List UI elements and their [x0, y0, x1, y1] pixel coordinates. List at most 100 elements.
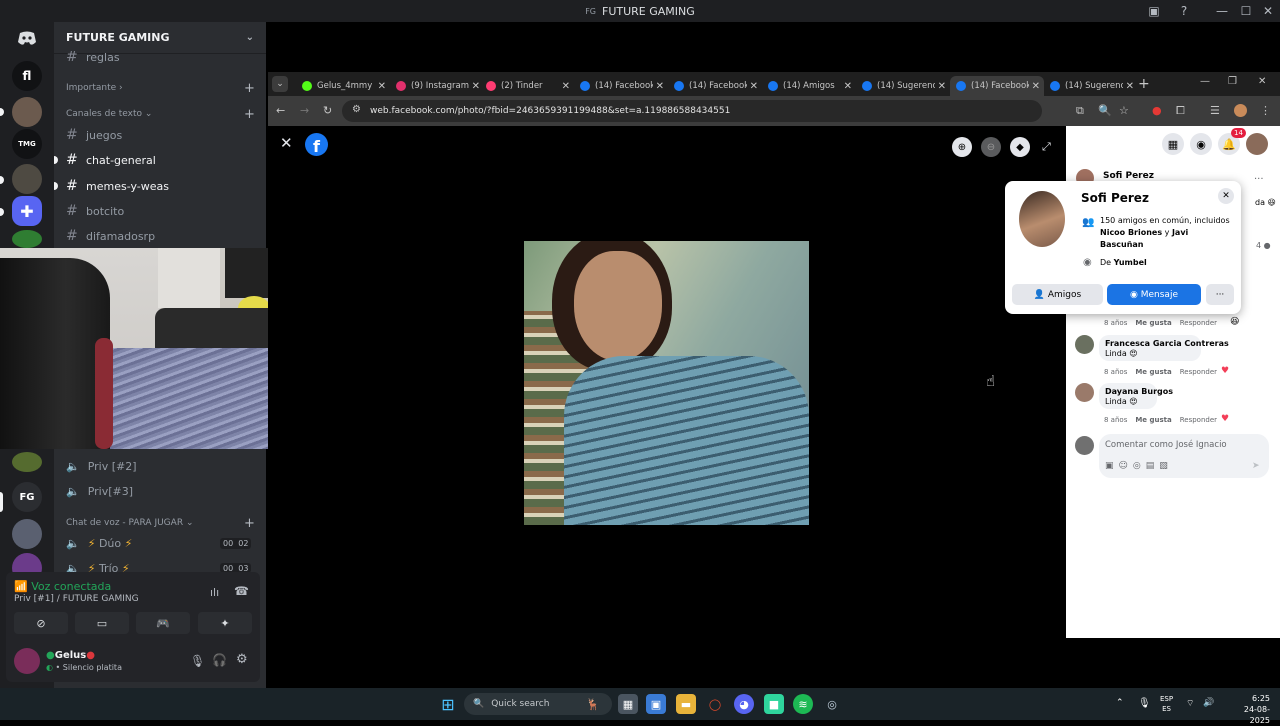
extension-icon[interactable]: ● [1152, 104, 1162, 117]
browser-tab[interactable]: (14) Facebook ✕ [950, 76, 1044, 96]
activities-button[interactable]: 🎮 [136, 612, 190, 634]
noise-suppression-icon[interactable]: ılı [210, 586, 219, 599]
more-button[interactable]: ··· [1206, 284, 1234, 305]
close-icon[interactable]: ✕ [1218, 188, 1234, 204]
browser-tab[interactable]: (14) Facebook ✕ [668, 76, 762, 96]
channel-memes-y-weas[interactable]: # memes-y-weas [54, 178, 169, 194]
add-channel-icon[interactable]: + [244, 81, 255, 96]
browser-tab[interactable]: (14) Facebook ✕ [574, 76, 668, 96]
minimize-button[interactable]: — [1214, 3, 1230, 19]
opera-gx-icon[interactable]: ◯ [705, 694, 725, 714]
tab-close-icon[interactable]: ✕ [656, 81, 664, 92]
avatar[interactable] [1075, 436, 1094, 455]
close-button[interactable]: ✕ [1260, 3, 1276, 19]
hidden-icons-chevron-icon[interactable]: ⌃ [1116, 698, 1124, 708]
user-name[interactable]: ●Gelus● [46, 650, 95, 661]
avatar[interactable] [14, 648, 40, 674]
close-button[interactable]: ✕ [1258, 76, 1266, 87]
address-bar[interactable]: ⚙ web.facebook.com/photo/?fbid=246365939… [342, 100, 1042, 122]
steam-icon[interactable]: ◎ [822, 694, 842, 714]
spotify-icon[interactable]: ≋ [793, 694, 813, 714]
category-important[interactable]: Importante › + [66, 81, 255, 96]
zoom-out-icon[interactable]: ⊖ [981, 137, 1001, 157]
soundboard-button[interactable]: ✦ [198, 612, 252, 634]
commenter-name[interactable]: Dayana Burgos [1105, 387, 1173, 396]
voice-status[interactable]: 📶 Voz conectada [14, 580, 111, 593]
tab-close-icon[interactable]: ✕ [562, 81, 570, 92]
channel-juegos[interactable]: # juegos [66, 127, 122, 143]
server-icon-green[interactable] [12, 230, 42, 248]
category-text-channels[interactable]: Canales de texto ⌄ + [66, 107, 255, 122]
new-tab-button[interactable]: + [1138, 76, 1150, 92]
maximize-button[interactable]: ☐ [1238, 3, 1254, 19]
poster-name[interactable]: Sofi Perez [1103, 171, 1154, 181]
forward-icon[interactable]: → [300, 104, 309, 117]
disconnect-icon[interactable]: ☎ [234, 584, 249, 598]
commenter-name[interactable]: Francesca Garcia Contreras [1105, 339, 1229, 348]
avatar[interactable] [1075, 383, 1094, 402]
add-channel-icon[interactable]: + [244, 516, 255, 531]
tab-search-icon[interactable]: ⌄ [272, 76, 288, 92]
screen-share-button[interactable]: ▭ [75, 612, 129, 634]
browser-tab[interactable]: (14) Sugerencias✕ [856, 76, 950, 96]
task-view-icon[interactable]: ▦ [618, 694, 638, 714]
browser-tab[interactable]: (14) Sugerencias✕ [1044, 76, 1138, 96]
channel-chat-general[interactable]: # chat-general [54, 152, 156, 168]
tab-close-icon[interactable]: ✕ [750, 81, 758, 92]
facebook-logo-icon[interactable]: f [305, 133, 328, 156]
tab-close-icon[interactable]: ✕ [378, 81, 386, 92]
mic-icon[interactable]: 🎙 [1138, 698, 1151, 709]
profile-photo[interactable] [524, 241, 809, 525]
server-icon-char[interactable] [12, 519, 42, 549]
more-options-icon[interactable]: ··· [1254, 174, 1264, 185]
tag-icon[interactable]: ◆ [1010, 137, 1030, 157]
headphones-icon[interactable]: 🎧 [212, 653, 227, 667]
profile-avatar[interactable] [1234, 104, 1247, 117]
voice-channel-duo[interactable]: 🔈 ⚡ Dúo ⚡ [66, 537, 132, 550]
server-icon-avatar[interactable] [12, 97, 42, 127]
language-indicator[interactable]: ESP ES [1160, 694, 1173, 714]
menu-icon[interactable]: ⋮ [1260, 104, 1271, 117]
messenger-icon[interactable]: ◉ [1190, 133, 1212, 155]
like-link[interactable]: Me gusta [1135, 368, 1171, 376]
avatar[interactable] [1019, 191, 1065, 247]
server-icon-fl[interactable]: fl [12, 61, 42, 91]
tab-close-icon[interactable]: ✕ [1032, 81, 1040, 92]
reply-link[interactable]: Responder [1180, 416, 1217, 424]
server-header[interactable]: FUTURE GAMING ⌄ [54, 22, 266, 54]
wifi-icon[interactable]: ⌔ [1186, 698, 1194, 709]
voice-channel-priv3[interactable]: 🔈 Priv[#3] [66, 485, 133, 498]
server-icon-fg[interactable]: FG [12, 482, 42, 512]
store-icon[interactable]: ▣ [646, 694, 666, 714]
reload-icon[interactable]: ↻ [323, 104, 332, 117]
camera-off-button[interactable]: ⊘ [14, 612, 68, 634]
channel-partial[interactable]: # reglas [66, 51, 120, 63]
volume-icon[interactable]: 🔊 [1203, 698, 1214, 708]
channel-difamadosrp[interactable]: # difamadosrp [66, 228, 155, 244]
back-icon[interactable]: ← [276, 104, 285, 117]
browser-tab[interactable]: (14) Amigos ✕ [762, 76, 856, 96]
browser-tab[interactable]: Gelus_4mmy ✕ [296, 76, 390, 96]
server-icon-active[interactable]: ✚ [12, 196, 42, 226]
fullscreen-icon[interactable]: ⤢ [1042, 140, 1051, 154]
browser-tab[interactable]: (2) Tinder ✕ [480, 76, 574, 96]
close-icon[interactable]: ✕ [280, 134, 293, 152]
server-icon-partial[interactable] [12, 452, 42, 472]
tab-close-icon[interactable]: ✕ [844, 81, 852, 92]
gear-icon[interactable]: ⚙ [236, 652, 248, 667]
search-highlight-icon[interactable]: 🦌 [583, 694, 603, 714]
voice-channel-name[interactable]: Priv [#1] / FUTURE GAMING [14, 594, 139, 604]
tab-close-icon[interactable]: ✕ [938, 81, 946, 92]
profile-avatar[interactable] [1246, 133, 1268, 155]
like-link[interactable]: Me gusta [1135, 319, 1171, 327]
tab-groups-icon[interactable]: ☰ [1210, 104, 1220, 117]
category-voice[interactable]: Chat de voz - PARA JUGAR ⌄ + [66, 516, 255, 531]
file-explorer-icon[interactable]: ▬ [676, 694, 696, 714]
channel-botcito[interactable]: # botcito [66, 203, 124, 219]
tab-close-icon[interactable]: ✕ [472, 81, 480, 92]
server-icon-tmg[interactable]: TMG [12, 129, 42, 159]
like-link[interactable]: Me gusta [1135, 416, 1171, 424]
extensions-icon[interactable]: ⧠ [1176, 104, 1185, 118]
discord-home-icon[interactable] [12, 23, 42, 53]
comment-tools-icons[interactable]: ▣☺◎▤▧ [1105, 461, 1173, 471]
